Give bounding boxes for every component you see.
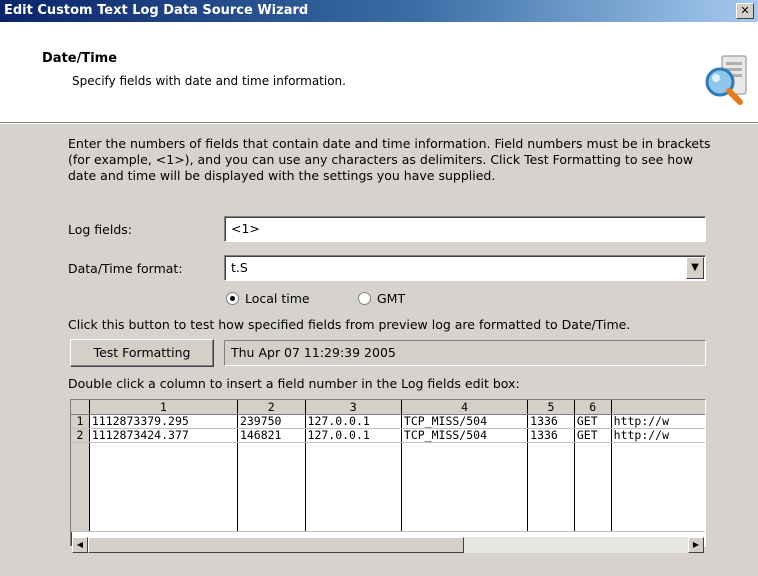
table-row-empty xyxy=(71,442,705,532)
local-time-radio[interactable]: Local time xyxy=(226,291,310,306)
scroll-left-icon[interactable]: ◀ xyxy=(72,537,88,553)
table-cell: 127.0.0.1 xyxy=(305,414,402,429)
grid-corner-cell xyxy=(71,400,90,415)
gmt-radio[interactable]: GMT xyxy=(358,291,405,306)
table-cell-empty xyxy=(401,442,529,532)
table-cell: 1112873424.377 xyxy=(89,428,238,443)
table-row[interactable]: 2 1112873424.377 146821 127.0.0.1 TCP_MI… xyxy=(71,428,705,443)
column-header-7[interactable] xyxy=(611,400,705,415)
table-cell: 239750 xyxy=(237,414,306,429)
local-time-label: Local time xyxy=(245,291,310,306)
instructions-text: Enter the numbers of fields that contain… xyxy=(68,136,711,183)
table-cell: GET xyxy=(574,414,612,429)
table-cell: 146821 xyxy=(237,428,306,443)
log-preview-grid[interactable]: 1 2 3 4 5 6 1 1112873379.295 239750 127.… xyxy=(70,399,706,547)
table-cell: 1336 xyxy=(527,414,575,429)
log-fields-label: Log fields: xyxy=(68,222,132,237)
table-cell-empty xyxy=(89,442,238,532)
scroll-right-icon[interactable]: ▶ xyxy=(688,537,704,553)
test-formatting-button[interactable]: Test Formatting xyxy=(70,339,214,367)
column-header-2[interactable]: 2 xyxy=(237,400,306,415)
table-cell: TCP_MISS/504 xyxy=(401,414,529,429)
table-cell: 1112873379.295 xyxy=(89,414,238,429)
gmt-label: GMT xyxy=(377,291,406,306)
row-number: 1 xyxy=(71,414,90,429)
radio-unselected-icon xyxy=(358,292,371,305)
log-fields-input[interactable]: <1> xyxy=(224,216,706,242)
column-header-4[interactable]: 4 xyxy=(401,400,529,415)
table-cell: http://w xyxy=(611,428,705,443)
table-cell-empty xyxy=(237,442,306,532)
table-cell-empty xyxy=(305,442,402,532)
test-hint-text: Click this button to test how specified … xyxy=(68,317,631,332)
page-subtitle: Specify fields with date and time inform… xyxy=(72,74,346,88)
datetime-format-combo[interactable]: t.S ▼ xyxy=(224,255,706,281)
column-header-3[interactable]: 3 xyxy=(305,400,402,415)
wizard-header: Date/Time Specify fields with date and t… xyxy=(0,22,758,123)
scrollbar-thumb[interactable] xyxy=(88,537,464,553)
row-number-empty xyxy=(71,442,90,532)
horizontal-scrollbar[interactable]: ◀ ▶ xyxy=(72,537,704,553)
close-button[interactable]: ✕ xyxy=(736,3,754,19)
page-title: Date/Time xyxy=(42,51,118,66)
table-cell: 1336 xyxy=(527,428,575,443)
column-header-5[interactable]: 5 xyxy=(527,400,575,415)
title-bar: Edit Custom Text Log Data Source Wizard … xyxy=(0,0,758,22)
table-cell-empty xyxy=(574,442,612,532)
test-result-field: Thu Apr 07 11:29:39 2005 xyxy=(224,340,706,366)
column-header-1[interactable]: 1 xyxy=(89,400,238,415)
log-preview-table: 1 2 3 4 5 6 1 1112873379.295 239750 127.… xyxy=(71,400,705,532)
column-header-6[interactable]: 6 xyxy=(574,400,612,415)
table-cell: GET xyxy=(574,428,612,443)
table-cell: http://w xyxy=(611,414,705,429)
table-cell-empty xyxy=(527,442,575,532)
grid-hint-text: Double click a column to insert a field … xyxy=(68,376,520,391)
datetime-format-label: Data/Time format: xyxy=(68,261,183,276)
grid-header-row: 1 2 3 4 5 6 xyxy=(71,400,705,415)
table-cell: TCP_MISS/504 xyxy=(401,428,529,443)
chevron-down-icon[interactable]: ▼ xyxy=(686,257,704,279)
datetime-format-value: t.S xyxy=(231,260,248,275)
table-cell-empty xyxy=(611,442,705,532)
search-computer-icon xyxy=(705,55,747,105)
window-title: Edit Custom Text Log Data Source Wizard xyxy=(4,3,309,18)
row-number: 2 xyxy=(71,428,90,443)
radio-selected-icon xyxy=(226,292,239,305)
table-cell: 127.0.0.1 xyxy=(305,428,402,443)
table-row[interactable]: 1 1112873379.295 239750 127.0.0.1 TCP_MI… xyxy=(71,414,705,429)
wizard-dialog: Edit Custom Text Log Data Source Wizard … xyxy=(0,0,758,576)
